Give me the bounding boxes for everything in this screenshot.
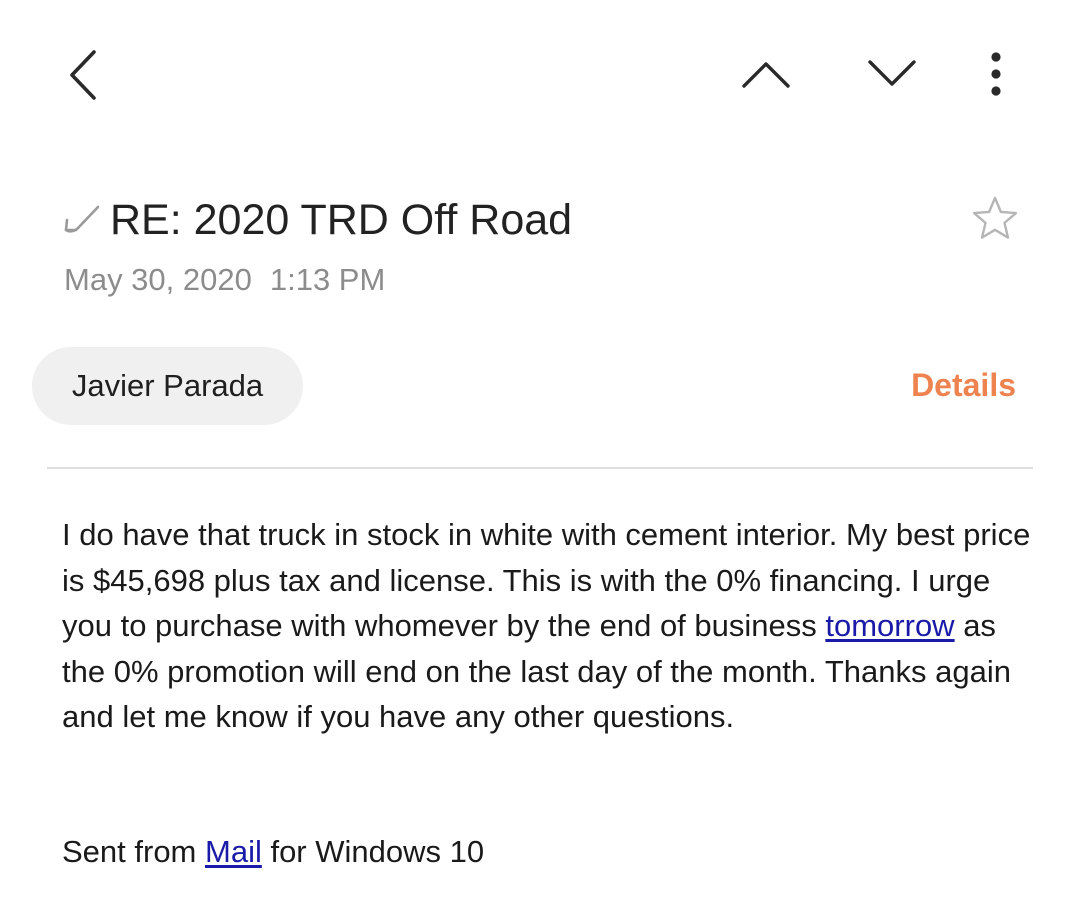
chevron-up-icon: [742, 62, 790, 88]
back-button[interactable]: [58, 46, 110, 104]
chevron-left-icon: [70, 50, 96, 100]
email-body: I do have that truck in stock in white w…: [62, 512, 1032, 740]
header-divider: [47, 467, 1033, 469]
subject-row: RE: 2020 TRD Off Road: [62, 190, 572, 250]
sender-chip[interactable]: Javier Parada: [32, 347, 303, 425]
star-outline-icon: [972, 196, 1018, 239]
email-time: 1:13 PM: [269, 262, 386, 297]
sender-name: Javier Parada: [71, 368, 264, 403]
more-options-button[interactable]: [978, 48, 1014, 100]
details-link[interactable]: Details: [911, 367, 1016, 404]
chevron-down-icon: [868, 60, 916, 86]
email-date: May 30, 2020: [64, 262, 252, 297]
more-vertical-icon: [991, 52, 1001, 96]
reply-arrow-icon: [64, 205, 100, 233]
star-button[interactable]: [970, 194, 1020, 242]
email-signature: Sent from Mail for Windows 10: [62, 829, 484, 875]
signature-prefix: Sent from: [62, 834, 205, 869]
next-email-button[interactable]: [862, 52, 922, 96]
email-timestamp: May 30, 2020 1:13 PM: [64, 262, 385, 298]
mail-app-link[interactable]: Mail: [205, 834, 262, 869]
email-subject: RE: 2020 TRD Off Road: [110, 195, 573, 244]
signature-suffix: for Windows 10: [261, 834, 485, 869]
previous-email-button[interactable]: [736, 52, 796, 96]
tomorrow-link[interactable]: tomorrow: [825, 608, 954, 643]
